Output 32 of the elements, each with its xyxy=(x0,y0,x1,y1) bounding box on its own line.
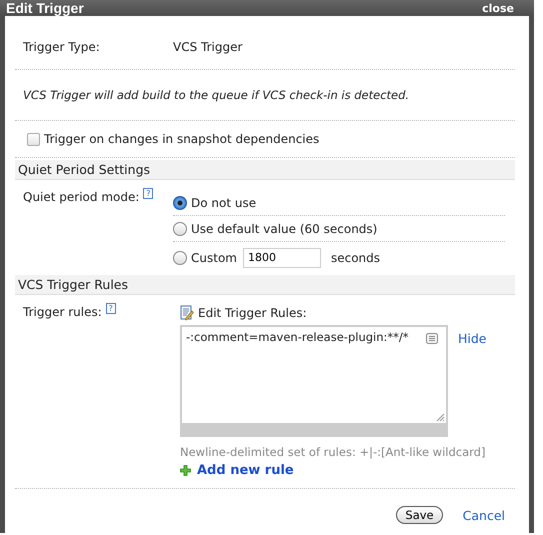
radio-button[interactable] xyxy=(173,250,187,264)
quiet-period-label: Quiet period mode: xyxy=(23,190,140,204)
radio-label: Use default value (60 seconds) xyxy=(191,222,378,236)
close-link[interactable]: close xyxy=(482,2,514,14)
trigger-description: VCS Trigger will add build to the queue if VCS check-in is detected. xyxy=(23,88,410,102)
editor-title: Edit Trigger Rules: xyxy=(198,306,307,320)
seconds-input[interactable]: 1800 xyxy=(242,248,321,268)
trigger-type-value: VCS Trigger xyxy=(173,40,242,54)
edit-document-icon xyxy=(180,305,194,321)
radio-button[interactable] xyxy=(173,222,187,236)
trigger-rules-label: Trigger rules: xyxy=(23,305,102,319)
plus-icon xyxy=(180,465,191,476)
help-icon[interactable]: ? xyxy=(106,303,116,314)
trigger-type-label: Trigger Type: xyxy=(23,40,101,54)
dialog-title: Edit Trigger xyxy=(6,0,84,16)
checkbox[interactable] xyxy=(27,132,40,146)
radio-label: Do not use xyxy=(191,196,256,210)
hide-link[interactable]: Hide xyxy=(458,331,486,437)
unit-label: seconds xyxy=(330,250,380,264)
rules-hint: Newline-delimited set of rules: +|-:[Ant-like wildcard] xyxy=(180,445,486,459)
save-button[interactable]: Save xyxy=(396,506,443,524)
add-rule-link[interactable]: Add new rule xyxy=(197,463,294,478)
resize-grip-icon[interactable] xyxy=(435,412,445,422)
radio-button[interactable] xyxy=(173,196,187,210)
radio-label: Custom xyxy=(191,250,237,264)
list-icon[interactable] xyxy=(426,333,438,344)
section-title: VCS Trigger Rules xyxy=(18,277,128,292)
rules-textarea[interactable]: -:comment=maven-release-plugin:**/* xyxy=(180,325,448,437)
cancel-link[interactable]: Cancel xyxy=(462,508,505,522)
help-icon[interactable]: ? xyxy=(143,188,154,199)
checkbox-label: Trigger on changes in snapshot dependencies xyxy=(44,132,320,146)
section-title: Quiet Period Settings xyxy=(18,162,150,177)
